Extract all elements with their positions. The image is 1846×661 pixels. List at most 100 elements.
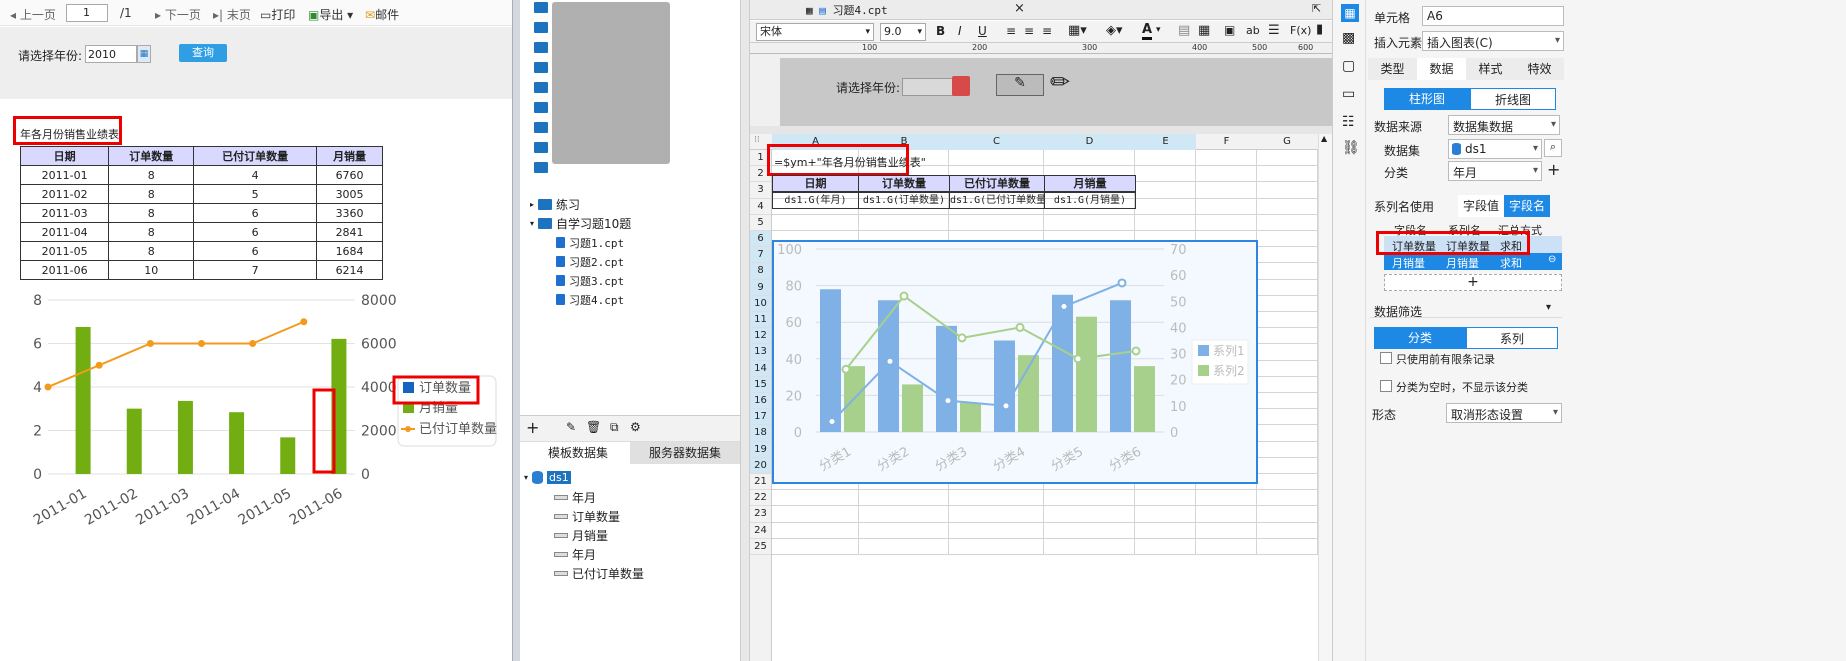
tree-folder[interactable]: [534, 142, 548, 156]
row-header[interactable]: 13: [750, 344, 771, 361]
row-header[interactable]: 10: [750, 295, 771, 312]
align-center-icon[interactable]: ≡: [1024, 24, 1034, 38]
row-header[interactable]: 25: [750, 539, 771, 555]
sheet-cell[interactable]: [1257, 393, 1318, 410]
tab-bar-chart[interactable]: 柱形图: [1384, 88, 1470, 110]
sheet-cell[interactable]: [1135, 522, 1196, 539]
sheet-cell[interactable]: [1257, 441, 1318, 458]
sheet-cell[interactable]: [1257, 409, 1318, 426]
tree-item-file[interactable]: 习题2.cpt: [556, 252, 624, 271]
param-design-label[interactable]: 请选择年份:: [836, 79, 900, 96]
insert-element-select[interactable]: 插入图表(C) ▾: [1422, 31, 1564, 51]
row-header[interactable]: 17: [750, 409, 771, 426]
underline-icon[interactable]: U: [978, 24, 987, 38]
sheet-cell[interactable]: [1196, 490, 1257, 507]
sheet-cell[interactable]: [1196, 506, 1257, 523]
sheet-cell[interactable]: [1257, 166, 1318, 183]
sheet-cell[interactable]: [859, 490, 949, 507]
sheet-cell[interactable]: [949, 214, 1044, 231]
vertical-scrollbar[interactable]: ▲: [1318, 134, 1332, 661]
font-color-icon[interactable]: A: [1142, 22, 1153, 40]
sheet-cell[interactable]: [1257, 538, 1318, 555]
date-widget-icon[interactable]: [952, 76, 970, 96]
column-header[interactable]: C: [949, 134, 1044, 150]
category-select[interactable]: 年月 ▾: [1448, 161, 1542, 181]
wrap-icon[interactable]: ☰: [1268, 23, 1280, 38]
tree-folder[interactable]: [534, 122, 548, 136]
dataset-field[interactable]: 已付订单数量: [554, 564, 644, 583]
tree-folder[interactable]: [534, 22, 548, 36]
sheet-cell[interactable]: [949, 538, 1044, 555]
tree-folder[interactable]: [534, 82, 548, 96]
limit-checkbox[interactable]: [1380, 352, 1392, 364]
sheet-cell[interactable]: [1257, 247, 1318, 264]
edit-icon[interactable]: ✎: [566, 420, 576, 434]
text-icon[interactable]: ab: [1246, 24, 1260, 37]
row-header[interactable]: 5: [750, 215, 771, 231]
sheet-cell[interactable]: [1044, 506, 1135, 523]
tree-item-file[interactable]: 习题3.cpt: [556, 271, 624, 290]
design-data-cell[interactable]: ds1.G(月销量): [1044, 192, 1136, 209]
sheet-cell[interactable]: [1196, 198, 1257, 215]
row-header[interactable]: 20: [750, 457, 771, 474]
row-header[interactable]: 4: [750, 199, 771, 215]
sheet-cell[interactable]: [772, 506, 859, 523]
bold-icon[interactable]: B: [936, 24, 945, 38]
tree-item-file[interactable]: 习题1.cpt: [556, 233, 624, 252]
sheet-cell[interactable]: [772, 522, 859, 539]
tab-data[interactable]: 数据: [1417, 58, 1466, 80]
sheet-cell[interactable]: [1257, 295, 1318, 312]
sheet-cell[interactable]: [1257, 474, 1318, 491]
sheet-cell[interactable]: [1135, 506, 1196, 523]
sheet-cell[interactable]: [949, 150, 1044, 167]
dataset-field[interactable]: 订单数量: [554, 507, 620, 526]
tab-field-value[interactable]: 字段值: [1458, 195, 1504, 217]
data-source-select[interactable]: 数据集数据 ▾: [1448, 115, 1560, 135]
design-chart[interactable]: 020406080100010203040506070分类1 分类2 分类3 分类4 分…: [772, 240, 1258, 484]
year-param-input[interactable]: 2010: [85, 45, 137, 63]
sheet-cell[interactable]: [1044, 538, 1135, 555]
row-header[interactable]: 18: [750, 425, 771, 442]
align-right-icon[interactable]: ≡: [1042, 24, 1052, 38]
cell-attr-icon[interactable]: ▦: [1341, 4, 1359, 22]
tree-item-practice[interactable]: ▸ 练习: [530, 195, 580, 214]
style-icon[interactable]: ▩: [1342, 30, 1355, 46]
design-header-cell[interactable]: 已付订单数量: [949, 175, 1045, 192]
row-header[interactable]: 12: [750, 328, 771, 345]
widget-icon[interactable]: ▭: [1342, 86, 1355, 102]
tab-type[interactable]: 类型: [1368, 58, 1417, 80]
param-design-input[interactable]: [902, 78, 956, 96]
empty-category-checkbox[interactable]: [1380, 380, 1392, 392]
formula-icon[interactable]: F(x): [1290, 24, 1311, 37]
font-select[interactable]: 宋体 ▾: [756, 23, 874, 41]
query-widget-icon[interactable]: ✎: [996, 74, 1044, 96]
tab-effect[interactable]: 特效: [1515, 58, 1564, 80]
sheet-cell[interactable]: [1196, 182, 1257, 199]
sheet-cell[interactable]: [1196, 166, 1257, 183]
corner-icon[interactable]: ⁞⁞: [754, 135, 760, 145]
sheet-cell[interactable]: [1135, 166, 1196, 183]
tab-style[interactable]: 样式: [1466, 58, 1515, 80]
image-icon[interactable]: ▣: [1224, 23, 1235, 37]
sheet-cell[interactable]: [1257, 522, 1318, 539]
sheet-cell[interactable]: [1257, 344, 1318, 361]
sheet-cell[interactable]: [1257, 279, 1318, 296]
sheet-cell[interactable]: [1135, 490, 1196, 507]
dataset-field[interactable]: 月销量: [554, 526, 608, 545]
expand-icon[interactable]: ⇱: [1312, 2, 1321, 15]
dataset-select[interactable]: ds1 ▾: [1448, 139, 1542, 159]
add-series-button[interactable]: +: [1384, 274, 1562, 291]
query-button[interactable]: 查询: [179, 44, 227, 62]
border-icon[interactable]: ▦▾: [1068, 23, 1087, 38]
close-tab-icon[interactable]: ×: [1014, 1, 1025, 16]
column-header[interactable]: D: [1044, 134, 1135, 150]
tree-folder[interactable]: [534, 2, 548, 16]
row-header[interactable]: 16: [750, 393, 771, 410]
search-icon[interactable]: ⌕: [1544, 139, 1562, 157]
prev-page-button[interactable]: ◂ 上一页: [10, 6, 56, 23]
tab-template-dataset[interactable]: 模板数据集: [526, 442, 630, 464]
frame-icon[interactable]: ▢: [1342, 58, 1355, 74]
settings-data-icon[interactable]: ⚙: [630, 420, 641, 434]
sheet-cell[interactable]: [1135, 182, 1196, 199]
next-page-button[interactable]: ▸ 下一页: [155, 6, 201, 23]
